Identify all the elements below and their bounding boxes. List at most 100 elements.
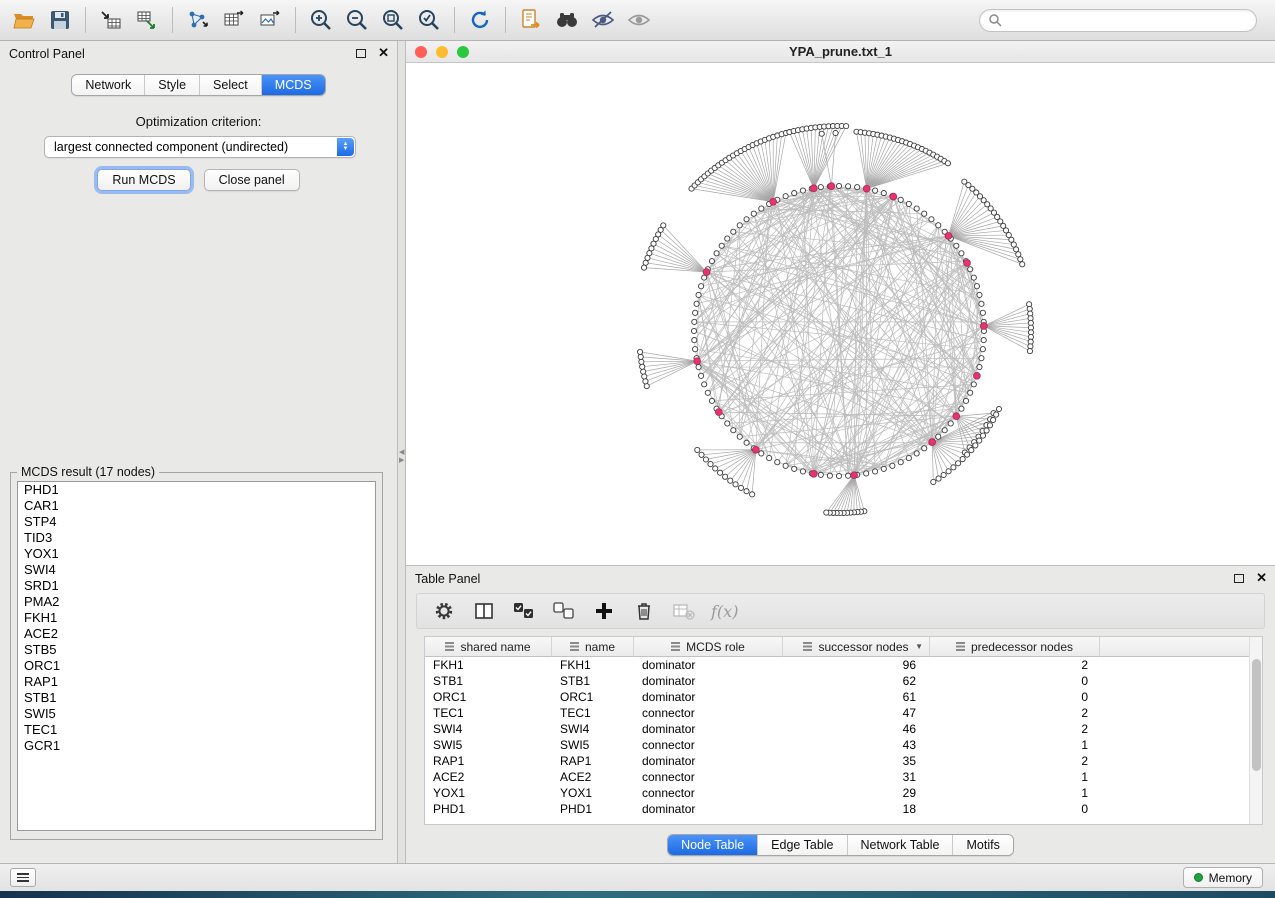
mcds-result-item[interactable]: ACE2 [18,626,375,642]
splitter-grip-icon[interactable]: ◀▶ [399,449,404,465]
refresh-button[interactable] [462,3,498,37]
tab-network-table[interactable]: Network Table [848,835,954,855]
mcds-result-item[interactable]: ORC1 [18,658,375,674]
float-panel-icon[interactable] [356,49,366,58]
close-panel-icon[interactable]: ✕ [1256,572,1267,584]
mcds-result-item[interactable]: SWI4 [18,562,375,578]
search-network-button[interactable] [549,3,585,37]
tab-network[interactable]: Network [72,75,145,95]
main-toolbar [0,0,1275,41]
tab-select[interactable]: Select [200,75,262,95]
network-canvas-svg[interactable] [406,63,1275,565]
table-row[interactable]: FKH1FKH1dominator962 [425,657,1262,673]
table-cell: ACE2 [552,770,634,784]
mcds-result-item[interactable]: SWI5 [18,706,375,722]
share-document-button[interactable] [513,3,549,37]
task-history-button[interactable] [10,868,36,887]
scrollbar-thumb[interactable] [1252,659,1261,771]
table-row[interactable]: YOX1YOX1connector291 [425,785,1262,801]
mcds-result-item[interactable]: GCR1 [18,738,375,754]
show-details-button[interactable] [621,3,657,37]
import-table-button[interactable] [93,3,129,37]
minimize-window-icon[interactable] [436,46,448,58]
vertical-splitter[interactable]: ◀▶ [398,41,406,863]
network-canvas[interactable] [406,63,1275,565]
mcds-result-item[interactable]: PHD1 [18,482,375,498]
zoom-selected-button[interactable] [411,3,447,37]
table-cell: SWI5 [425,738,552,752]
close-panel-icon[interactable]: ✕ [378,47,389,59]
mcds-result-item[interactable]: STB1 [18,690,375,706]
tab-mcds[interactable]: MCDS [262,75,325,95]
column-header-name[interactable]: name [552,637,634,657]
search-input[interactable] [1008,13,1248,27]
tab-node-table[interactable]: Node Table [668,835,758,855]
mcds-result-item[interactable]: STP4 [18,514,375,530]
column-sort-icon [956,642,966,651]
table-cell: dominator [634,754,783,768]
search-box[interactable] [979,9,1257,32]
save-button[interactable] [42,3,78,37]
column-header-shared-name[interactable]: shared name [425,637,552,657]
show-columns-button[interactable] [471,598,497,624]
maximize-window-icon[interactable] [457,46,469,58]
optimization-criterion-select[interactable]: largest connected component (undirected)… [44,136,356,158]
mcds-result-list[interactable]: PHD1CAR1STP4TID3YOX1SWI4SRD1PMA2FKH1ACE2… [17,481,376,831]
table-row[interactable]: SWI4SWI4dominator462 [425,721,1262,737]
hide-details-button[interactable] [585,3,621,37]
column-header-successor-nodes[interactable]: successor nodes ▼ [783,637,930,657]
memory-button[interactable]: Memory [1183,867,1263,888]
tab-motifs[interactable]: Motifs [953,835,1012,855]
float-panel-icon[interactable] [1234,574,1244,583]
table-row[interactable]: RAP1RAP1dominator352 [425,753,1262,769]
close-window-icon[interactable] [415,46,427,58]
deselect-all-button[interactable] [551,598,577,624]
memory-status-icon [1194,873,1203,882]
network-image-button[interactable] [252,3,288,37]
open-folder-button[interactable] [6,3,42,37]
table-row[interactable]: PHD1PHD1dominator180 [425,801,1262,817]
mcds-result-item[interactable]: TID3 [18,530,375,546]
table-settings-button[interactable] [431,598,457,624]
table-scrollbar[interactable] [1249,637,1262,824]
tab-edge-table[interactable]: Edge Table [758,835,847,855]
table-row[interactable]: ORC1ORC1dominator610 [425,689,1262,705]
table-cell: ORC1 [425,690,552,704]
select-all-icon [512,600,536,622]
table-cell: RAP1 [552,754,634,768]
tab-style[interactable]: Style [145,75,200,95]
zoom-fit-button[interactable] [375,3,411,37]
export-network-button[interactable] [180,3,216,37]
mcds-result-item[interactable]: YOX1 [18,546,375,562]
status-bar: Memory [0,863,1275,891]
table-cell: FKH1 [552,658,634,672]
column-header-predecessor-nodes[interactable]: predecessor nodes [930,637,1100,657]
network-table-button[interactable] [216,3,252,37]
mcds-result-item[interactable]: TEC1 [18,722,375,738]
mcds-result-item[interactable]: PMA2 [18,594,375,610]
close-panel-button[interactable]: Close panel [204,169,300,191]
table-row[interactable]: TEC1TEC1connector472 [425,705,1262,721]
import-network-table-button[interactable] [129,3,165,37]
table-row[interactable]: SWI5SWI5connector431 [425,737,1262,753]
add-column-button[interactable] [591,598,617,624]
plus-icon [593,600,615,622]
trash-icon [633,600,655,622]
mcds-result-item[interactable]: SRD1 [18,578,375,594]
network-titlebar[interactable]: YPA_prune.txt_1 [406,41,1275,63]
select-all-button[interactable] [511,598,537,624]
run-mcds-button[interactable]: Run MCDS [97,169,190,191]
zoom-out-button[interactable] [339,3,375,37]
mcds-result-item[interactable]: RAP1 [18,674,375,690]
table-row[interactable]: STB1STB1dominator620 [425,673,1262,689]
table-row[interactable]: ACE2ACE2connector311 [425,769,1262,785]
optimization-criterion-value: largest connected component (undirected) [54,140,288,154]
column-header-mcds-role[interactable]: MCDS role [634,637,783,657]
zoom-in-button[interactable] [303,3,339,37]
mcds-result-item[interactable]: CAR1 [18,498,375,514]
control-panel-tabs: Network Style Select MCDS [0,74,397,96]
table-cell: SWI4 [425,722,552,736]
mcds-result-item[interactable]: STB5 [18,642,375,658]
delete-column-button[interactable] [631,598,657,624]
mcds-result-item[interactable]: FKH1 [18,610,375,626]
